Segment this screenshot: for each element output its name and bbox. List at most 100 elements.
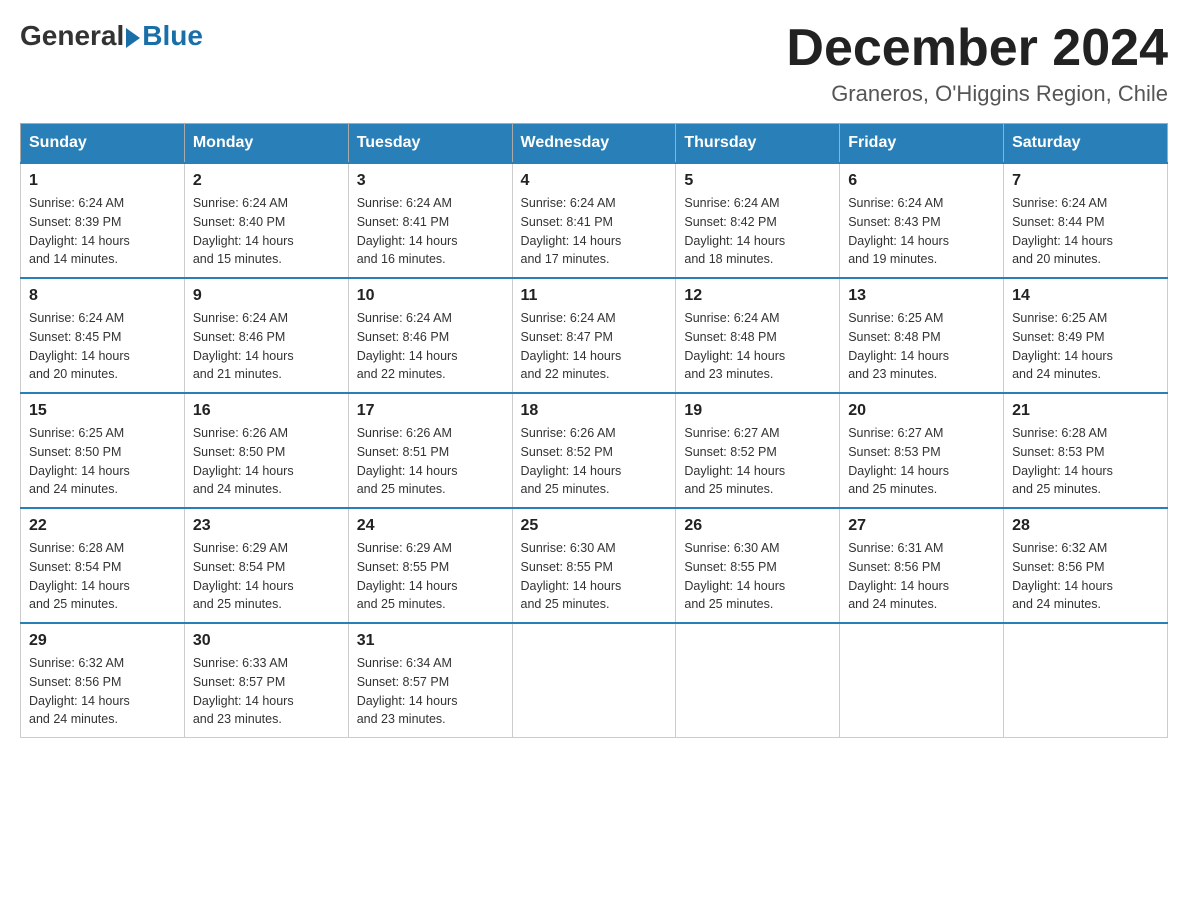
calendar-cell: 21 Sunrise: 6:28 AMSunset: 8:53 PMDayligh… (1004, 393, 1168, 508)
calendar-cell (512, 623, 676, 738)
week-row-5: 29 Sunrise: 6:32 AMSunset: 8:56 PMDayligh… (21, 623, 1168, 738)
day-number: 19 (684, 402, 831, 420)
calendar-cell: 24 Sunrise: 6:29 AMSunset: 8:55 PMDayligh… (348, 508, 512, 623)
day-info: Sunrise: 6:31 AMSunset: 8:56 PMDaylight:… (848, 539, 995, 614)
calendar-cell: 26Sunrise: 6:30 AMSunset: 8:55 PMDayligh… (676, 508, 840, 623)
day-number: 20 (848, 402, 995, 420)
col-sunday: Sunday (21, 124, 185, 164)
day-number: 7 (1012, 172, 1159, 190)
day-info: Sunrise: 6:24 AMSunset: 8:48 PMDaylight:… (684, 309, 831, 384)
col-wednesday: Wednesday (512, 124, 676, 164)
day-number: 10 (357, 287, 504, 305)
day-number: 31 (357, 632, 504, 650)
calendar-cell: 28 Sunrise: 6:32 AMSunset: 8:56 PMDayligh… (1004, 508, 1168, 623)
calendar-cell: 8Sunrise: 6:24 AMSunset: 8:45 PMDaylight… (21, 278, 185, 393)
day-info: Sunrise: 6:26 AMSunset: 8:50 PMDaylight:… (193, 424, 340, 499)
day-info: Sunrise: 6:24 AMSunset: 8:46 PMDaylight:… (193, 309, 340, 384)
day-number: 12 (684, 287, 831, 305)
day-number: 21 (1012, 402, 1159, 420)
day-number: 13 (848, 287, 995, 305)
day-info: Sunrise: 6:28 AMSunset: 8:54 PMDaylight:… (29, 539, 176, 614)
day-info: Sunrise: 6:29 AMSunset: 8:55 PMDaylight:… (357, 539, 504, 614)
day-info: Sunrise: 6:24 AMSunset: 8:47 PMDaylight:… (521, 309, 668, 384)
day-info: Sunrise: 6:27 AMSunset: 8:52 PMDaylight:… (684, 424, 831, 499)
calendar-cell: 2 Sunrise: 6:24 AMSunset: 8:40 PMDaylight… (184, 163, 348, 278)
day-info: Sunrise: 6:24 AMSunset: 8:40 PMDaylight:… (193, 194, 340, 269)
day-info: Sunrise: 6:24 AMSunset: 8:44 PMDaylight:… (1012, 194, 1159, 269)
calendar-cell: 30 Sunrise: 6:33 AMSunset: 8:57 PMDayligh… (184, 623, 348, 738)
day-info: Sunrise: 6:24 AMSunset: 8:46 PMDaylight:… (357, 309, 504, 384)
calendar-cell: 1 Sunrise: 6:24 AMSunset: 8:39 PMDaylight… (21, 163, 185, 278)
day-info: Sunrise: 6:33 AMSunset: 8:57 PMDaylight:… (193, 654, 340, 729)
calendar-cell: 17 Sunrise: 6:26 AMSunset: 8:51 PMDayligh… (348, 393, 512, 508)
month-title: December 2024 (786, 20, 1168, 77)
day-number: 1 (29, 172, 176, 190)
day-info: Sunrise: 6:24 AMSunset: 8:41 PMDaylight:… (357, 194, 504, 269)
day-info: Sunrise: 6:24 AMSunset: 8:39 PMDaylight:… (29, 194, 176, 269)
day-number: 11 (521, 287, 668, 305)
day-info: Sunrise: 6:28 AMSunset: 8:53 PMDaylight:… (1012, 424, 1159, 499)
calendar-cell: 6 Sunrise: 6:24 AMSunset: 8:43 PMDaylight… (840, 163, 1004, 278)
logo-arrow-icon (126, 28, 140, 48)
calendar-cell: 23 Sunrise: 6:29 AMSunset: 8:54 PMDayligh… (184, 508, 348, 623)
calendar-cell (676, 623, 840, 738)
day-info: Sunrise: 6:25 AMSunset: 8:48 PMDaylight:… (848, 309, 995, 384)
day-number: 4 (521, 172, 668, 190)
calendar-cell: 16 Sunrise: 6:26 AMSunset: 8:50 PMDayligh… (184, 393, 348, 508)
col-saturday: Saturday (1004, 124, 1168, 164)
day-info: Sunrise: 6:34 AMSunset: 8:57 PMDaylight:… (357, 654, 504, 729)
calendar-cell: 4Sunrise: 6:24 AMSunset: 8:41 PMDaylight… (512, 163, 676, 278)
day-number: 17 (357, 402, 504, 420)
day-number: 3 (357, 172, 504, 190)
calendar-cell: 5 Sunrise: 6:24 AMSunset: 8:42 PMDaylight… (676, 163, 840, 278)
calendar-cell: 18 Sunrise: 6:26 AMSunset: 8:52 PMDayligh… (512, 393, 676, 508)
logo-general-text: General (20, 20, 124, 52)
day-info: Sunrise: 6:26 AMSunset: 8:52 PMDaylight:… (521, 424, 668, 499)
day-number: 16 (193, 402, 340, 420)
week-row-2: 8Sunrise: 6:24 AMSunset: 8:45 PMDaylight… (21, 278, 1168, 393)
title-section: December 2024 Graneros, O'Higgins Region… (786, 20, 1168, 107)
col-friday: Friday (840, 124, 1004, 164)
calendar-cell: 29 Sunrise: 6:32 AMSunset: 8:56 PMDayligh… (21, 623, 185, 738)
day-number: 5 (684, 172, 831, 190)
day-info: Sunrise: 6:32 AMSunset: 8:56 PMDaylight:… (29, 654, 176, 729)
day-number: 2 (193, 172, 340, 190)
day-number: 18 (521, 402, 668, 420)
calendar-cell: 13 Sunrise: 6:25 AMSunset: 8:48 PMDayligh… (840, 278, 1004, 393)
calendar-cell (840, 623, 1004, 738)
day-number: 6 (848, 172, 995, 190)
calendar-cell: 27Sunrise: 6:31 AMSunset: 8:56 PMDayligh… (840, 508, 1004, 623)
day-info: Sunrise: 6:24 AMSunset: 8:42 PMDaylight:… (684, 194, 831, 269)
day-info: Sunrise: 6:27 AMSunset: 8:53 PMDaylight:… (848, 424, 995, 499)
day-number: 9 (193, 287, 340, 305)
calendar-cell: 9 Sunrise: 6:24 AMSunset: 8:46 PMDaylight… (184, 278, 348, 393)
calendar-cell: 3 Sunrise: 6:24 AMSunset: 8:41 PMDaylight… (348, 163, 512, 278)
calendar-cell (1004, 623, 1168, 738)
calendar-table: Sunday Monday Tuesday Wednesday Thursday… (20, 123, 1168, 738)
day-number: 28 (1012, 517, 1159, 535)
calendar-cell: 19 Sunrise: 6:27 AMSunset: 8:52 PMDayligh… (676, 393, 840, 508)
day-number: 23 (193, 517, 340, 535)
day-number: 15 (29, 402, 176, 420)
day-number: 24 (357, 517, 504, 535)
logo-blue-text: Blue (142, 20, 203, 52)
calendar-cell: 25Sunrise: 6:30 AMSunset: 8:55 PMDayligh… (512, 508, 676, 623)
calendar-cell: 15 Sunrise: 6:25 AMSunset: 8:50 PMDayligh… (21, 393, 185, 508)
logo: General Blue (20, 20, 203, 52)
calendar-cell: 10 Sunrise: 6:24 AMSunset: 8:46 PMDayligh… (348, 278, 512, 393)
calendar-cell: 12 Sunrise: 6:24 AMSunset: 8:48 PMDayligh… (676, 278, 840, 393)
day-number: 30 (193, 632, 340, 650)
day-info: Sunrise: 6:26 AMSunset: 8:51 PMDaylight:… (357, 424, 504, 499)
day-info: Sunrise: 6:25 AMSunset: 8:50 PMDaylight:… (29, 424, 176, 499)
day-info: Sunrise: 6:32 AMSunset: 8:56 PMDaylight:… (1012, 539, 1159, 614)
page-header: General Blue December 2024 Graneros, O'H… (20, 20, 1168, 107)
day-info: Sunrise: 6:25 AMSunset: 8:49 PMDaylight:… (1012, 309, 1159, 384)
day-info: Sunrise: 6:29 AMSunset: 8:54 PMDaylight:… (193, 539, 340, 614)
day-number: 8 (29, 287, 176, 305)
day-number: 22 (29, 517, 176, 535)
header-row: Sunday Monday Tuesday Wednesday Thursday… (21, 124, 1168, 164)
calendar-cell: 7 Sunrise: 6:24 AMSunset: 8:44 PMDaylight… (1004, 163, 1168, 278)
calendar-cell: 11 Sunrise: 6:24 AMSunset: 8:47 PMDayligh… (512, 278, 676, 393)
day-number: 29 (29, 632, 176, 650)
day-info: Sunrise: 6:24 AMSunset: 8:43 PMDaylight:… (848, 194, 995, 269)
